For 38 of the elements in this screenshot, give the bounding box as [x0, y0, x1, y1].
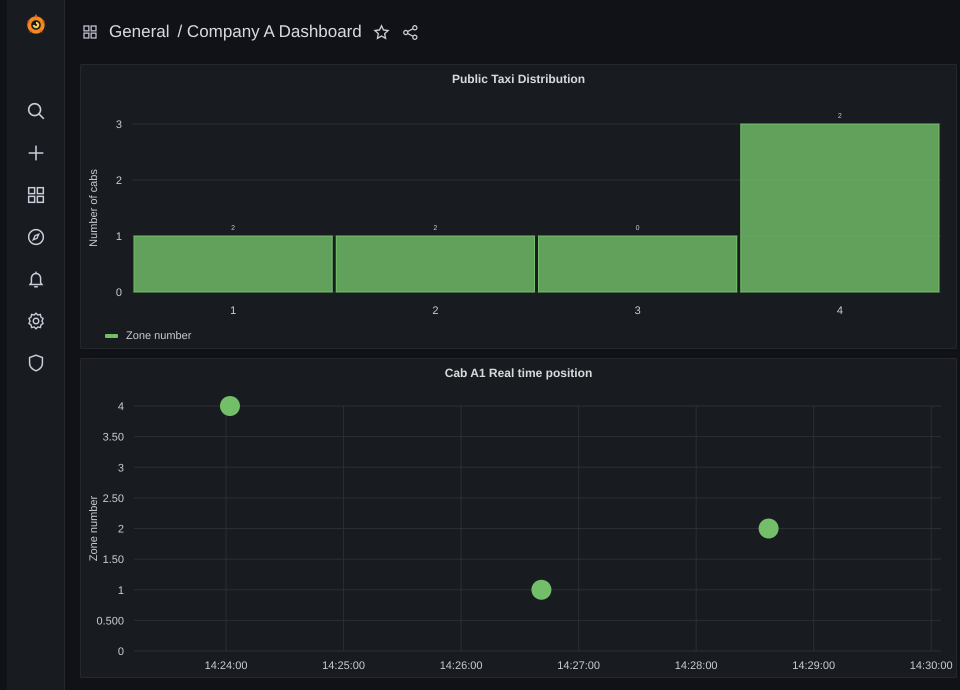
axis-label: 4	[118, 401, 124, 413]
axis-label: 3	[118, 462, 124, 474]
share-icon[interactable]	[400, 22, 420, 42]
axis-label: 14:27:00	[557, 660, 600, 672]
axis-label: 2.50	[102, 492, 124, 505]
legend-swatch	[105, 334, 118, 338]
axis-label: 14:30:00	[910, 660, 953, 672]
legend-label[interactable]: Zone number	[126, 328, 192, 344]
axis-label: 1	[230, 305, 236, 317]
axis-title: Number of cabs	[88, 169, 100, 247]
axis-label: 2	[116, 175, 122, 187]
data-point	[758, 518, 779, 538]
axis-label: 1	[116, 231, 122, 243]
axis-label: 14:25:00	[322, 660, 365, 672]
dashboard-title: / Company A Dashboard	[177, 21, 362, 44]
axis-label: 0	[118, 646, 124, 658]
axis-label: 14:29:00	[792, 660, 836, 672]
data-point	[220, 396, 240, 416]
axis-label: 4	[836, 305, 843, 317]
axis-label: 1.50	[102, 554, 124, 566]
axis-label: 0.500	[96, 615, 124, 628]
axis-label: 2	[118, 524, 124, 536]
breadcrumb-link[interactable]: General	[109, 19, 170, 45]
axis-label: 14:28:00	[674, 660, 718, 672]
axis-label: 0	[116, 287, 122, 299]
axis-label: 14:24:00	[204, 660, 248, 672]
axis-label: 14:26:00	[440, 660, 483, 672]
axis-label: 3	[116, 119, 122, 131]
axis-label: 3	[634, 305, 641, 317]
panel-title: Cab A1 Real time position	[444, 365, 592, 382]
axis-label: 3.50	[102, 432, 124, 444]
axis-title: Zone number	[88, 496, 100, 562]
panel-title: Public Taxi Distribution	[452, 71, 586, 88]
data-point	[531, 580, 552, 600]
star-icon[interactable]	[372, 22, 391, 42]
axis-label: 2	[432, 305, 438, 317]
grid-icon[interactable]	[81, 23, 99, 41]
axis-label: 1	[118, 584, 124, 597]
